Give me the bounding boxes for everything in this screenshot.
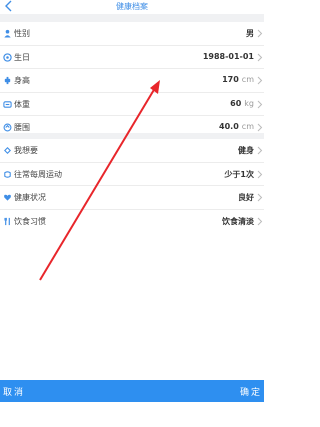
row-label: 饮食习惯	[14, 216, 46, 226]
section-divider	[0, 14, 264, 22]
row-value: 60 kg	[230, 98, 254, 108]
empty-area	[0, 230, 264, 380]
height-icon	[4, 77, 11, 85]
exercise-icon	[4, 170, 11, 178]
bottom-spacer	[0, 402, 264, 427]
row-weight[interactable]: 体重 60 kg	[0, 93, 264, 117]
row-weekly-exercise[interactable]: 往常每周运动 少于1次	[0, 163, 264, 187]
chevron-right-icon	[257, 146, 263, 155]
row-label: 身高	[14, 76, 30, 86]
chevron-right-icon	[257, 124, 263, 132]
chevron-right-icon	[257, 170, 263, 178]
weight-icon	[3, 101, 12, 108]
row-value: 饮食清淡	[222, 216, 254, 226]
row-birthday[interactable]: 生日 1988-01-01	[0, 46, 264, 70]
row-gender[interactable]: 性别 男	[0, 22, 264, 46]
health-icon	[4, 194, 11, 201]
row-label: 我想要	[14, 146, 38, 155]
goal-icon	[4, 147, 11, 154]
row-value: 健身	[238, 146, 254, 155]
row-label: 往常每周运动	[14, 169, 62, 179]
row-value: 男	[246, 29, 254, 38]
row-health-status[interactable]: 健康状况 良好	[0, 186, 264, 210]
diet-icon	[4, 217, 10, 225]
row-value: 良好	[238, 193, 254, 203]
row-height[interactable]: 身高 170 cm	[0, 69, 264, 93]
waist-icon	[3, 123, 12, 132]
row-goal[interactable]: 我想要 健身	[0, 139, 264, 163]
row-value: 40.0 cm	[219, 122, 254, 132]
chevron-right-icon	[257, 217, 263, 226]
chevron-right-icon	[257, 100, 263, 109]
top-nav: 健康档案	[0, 0, 264, 14]
cancel-button[interactable]: 取消	[3, 385, 25, 398]
row-value: 1988-01-01	[202, 51, 254, 61]
row-label: 生日	[14, 52, 30, 62]
basic-info-group: 性别 男 生日 1988-01-01 身高 170 cm 体重 60 kg 腰围 4…	[0, 22, 264, 140]
page-title: 健康档案	[116, 2, 148, 11]
row-label: 健康状况	[14, 193, 46, 203]
chevron-right-icon	[257, 29, 263, 38]
row-label: 体重	[14, 99, 30, 109]
chevron-right-icon	[257, 76, 263, 85]
lifestyle-group: 我想要 健身 往常每周运动 少于1次 健康状况 良好 饮食习惯 饮食清淡	[0, 139, 264, 234]
birthday-icon	[3, 52, 12, 62]
chevron-right-icon	[257, 53, 263, 61]
person-icon	[4, 29, 11, 38]
confirm-button[interactable]: 确定	[240, 385, 262, 398]
row-label: 性别	[14, 29, 30, 38]
row-value: 170 cm	[222, 75, 254, 85]
row-label: 腰围	[14, 123, 30, 133]
chevron-right-icon	[257, 193, 263, 202]
row-value: 少于1次	[224, 169, 254, 179]
action-bar: 取消 确定	[0, 380, 264, 402]
